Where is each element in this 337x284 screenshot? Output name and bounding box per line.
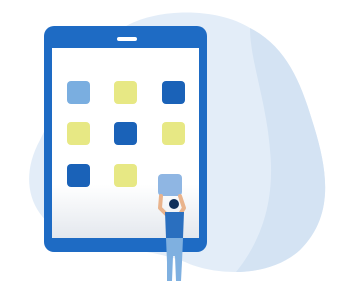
illustration — [0, 0, 337, 284]
person-head — [169, 199, 179, 209]
app-tile-yellow[interactable] — [67, 122, 90, 145]
app-tile-yellow[interactable] — [114, 81, 137, 104]
person-legs — [166, 238, 183, 281]
illustration-svg — [29, 12, 326, 281]
held-app-tile — [158, 174, 182, 196]
app-tile-dark-blue[interactable] — [67, 164, 90, 187]
app-tile-dark-blue[interactable] — [114, 122, 137, 145]
person-torso — [165, 212, 184, 238]
tablet-speaker — [117, 37, 137, 41]
app-tile-dark-blue[interactable] — [162, 81, 185, 104]
app-tile-yellow[interactable] — [114, 164, 137, 187]
app-tile-yellow[interactable] — [162, 122, 185, 145]
app-tile-light-blue[interactable] — [67, 81, 90, 104]
